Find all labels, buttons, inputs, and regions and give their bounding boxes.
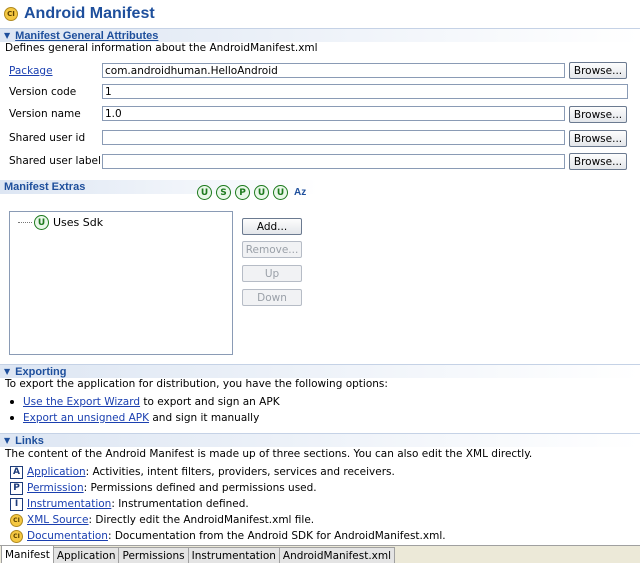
uses-element-icon[interactable]: U bbox=[273, 185, 288, 200]
uses-sdk-icon: U bbox=[34, 215, 49, 230]
application-icon: A bbox=[10, 465, 23, 479]
version-code-label: Version code bbox=[9, 86, 77, 98]
list-item: Export an unsigned APK and sign it manua… bbox=[10, 412, 259, 424]
tab-instrumentation[interactable]: Instrumentation bbox=[187, 547, 280, 563]
version-name-label: Version name bbox=[9, 108, 81, 120]
export-wizard-link[interactable]: Use the Export Wizard bbox=[23, 396, 140, 408]
export-unsigned-apk-link[interactable]: Export an unsigned APK bbox=[23, 412, 149, 424]
bullet-icon bbox=[10, 400, 14, 404]
extras-toolbar: U S P U U Az bbox=[197, 185, 306, 200]
collapse-twisty-icon[interactable]: ▼ bbox=[4, 436, 10, 445]
manifest-extras-tree[interactable]: U Uses Sdk bbox=[9, 211, 233, 355]
tab-manifest[interactable]: Manifest bbox=[1, 545, 54, 563]
option-text: to export and sign an APK bbox=[140, 396, 280, 408]
tree-connector bbox=[18, 222, 32, 223]
list-item: A Application : Activities, intent filte… bbox=[10, 465, 395, 479]
permission-link[interactable]: Permission bbox=[27, 482, 84, 494]
link-description: : Instrumentation defined. bbox=[111, 498, 249, 510]
list-item: I Instrumentation : Instrumentation defi… bbox=[10, 497, 249, 511]
instrumentation-icon: I bbox=[10, 497, 23, 511]
section-description: Defines general information about the An… bbox=[5, 42, 318, 54]
permission-icon[interactable]: P bbox=[235, 185, 250, 200]
editor-tabs: Manifest Application Permissions Instrum… bbox=[0, 545, 640, 563]
android-manifest-icon: CI bbox=[4, 7, 18, 21]
section-title: Manifest Extras bbox=[4, 181, 86, 193]
editor-title-bar: CI Android Manifest bbox=[0, 0, 640, 28]
add-button[interactable]: Add... bbox=[242, 218, 302, 235]
android-manifest-icon: CI bbox=[10, 529, 23, 543]
down-button[interactable]: Down bbox=[242, 289, 302, 306]
permission-icon: P bbox=[10, 481, 23, 495]
android-manifest-icon: CI bbox=[10, 513, 23, 527]
section-general-attributes[interactable]: ▼ Manifest General Attributes bbox=[0, 28, 640, 42]
link-description: : Permissions defined and permissions us… bbox=[83, 482, 317, 494]
version-name-input[interactable] bbox=[102, 106, 565, 121]
list-item: Use the Export Wizard to export and sign… bbox=[10, 396, 280, 408]
tab-application[interactable]: Application bbox=[52, 547, 120, 563]
package-browse-button[interactable]: Browse... bbox=[569, 62, 627, 79]
section-links[interactable]: ▼ Links bbox=[0, 433, 640, 447]
shared-user-label-input[interactable] bbox=[102, 154, 565, 169]
section-title: Links bbox=[15, 434, 44, 447]
exporting-description: To export the application for distributi… bbox=[5, 378, 388, 390]
links-description: The content of the Android Manifest is m… bbox=[5, 448, 533, 460]
link-description: : Directly edit the AndroidManifest.xml … bbox=[88, 514, 315, 526]
collapse-twisty-icon[interactable]: ▼ bbox=[4, 31, 10, 40]
section-title: Exporting bbox=[15, 365, 67, 378]
package-link[interactable]: Package bbox=[9, 65, 53, 77]
version-name-browse-button[interactable]: Browse... bbox=[569, 106, 627, 123]
section-title: Manifest General Attributes bbox=[15, 29, 159, 42]
supports-screens-icon[interactable]: S bbox=[216, 185, 231, 200]
tree-item-label: Uses Sdk bbox=[53, 216, 104, 229]
tab-androidmanifest-xml[interactable]: AndroidManifest.xml bbox=[278, 547, 396, 563]
shared-user-label-browse-button[interactable]: Browse... bbox=[569, 153, 627, 170]
bullet-icon bbox=[10, 416, 14, 420]
link-description: : Activities, intent filters, providers,… bbox=[85, 466, 395, 478]
documentation-link[interactable]: Documentation bbox=[27, 530, 108, 542]
instrumentation-link[interactable]: Instrumentation bbox=[27, 498, 111, 510]
application-link[interactable]: Application bbox=[27, 466, 86, 478]
section-exporting[interactable]: ▼ Exporting bbox=[0, 364, 640, 378]
tab-permissions[interactable]: Permissions bbox=[118, 547, 189, 563]
list-item: CI Documentation : Documentation from th… bbox=[10, 529, 446, 543]
shared-user-id-input[interactable] bbox=[102, 130, 565, 145]
uses-element-icon[interactable]: U bbox=[197, 185, 212, 200]
option-text: and sign it manually bbox=[149, 412, 260, 424]
list-item: P Permission : Permissions defined and p… bbox=[10, 481, 317, 495]
tree-item-uses-sdk[interactable]: U Uses Sdk bbox=[18, 215, 103, 230]
collapse-twisty-icon[interactable]: ▼ bbox=[4, 367, 10, 376]
xml-source-link[interactable]: XML Source bbox=[27, 514, 89, 526]
page-title: Android Manifest bbox=[24, 5, 155, 22]
remove-button[interactable]: Remove... bbox=[242, 241, 302, 258]
sort-alphabetical-icon[interactable]: Az bbox=[294, 187, 306, 198]
list-item: CI XML Source : Directly edit the Androi… bbox=[10, 513, 314, 527]
link-description: : Documentation from the Android SDK for… bbox=[107, 530, 446, 542]
version-code-input[interactable] bbox=[102, 84, 628, 99]
shared-user-id-label: Shared user id bbox=[9, 132, 86, 144]
package-input[interactable] bbox=[102, 63, 565, 78]
up-button[interactable]: Up bbox=[242, 265, 302, 282]
shared-user-label-label: Shared user label bbox=[9, 155, 101, 167]
shared-user-id-browse-button[interactable]: Browse... bbox=[569, 130, 627, 147]
uses-element-icon[interactable]: U bbox=[254, 185, 269, 200]
